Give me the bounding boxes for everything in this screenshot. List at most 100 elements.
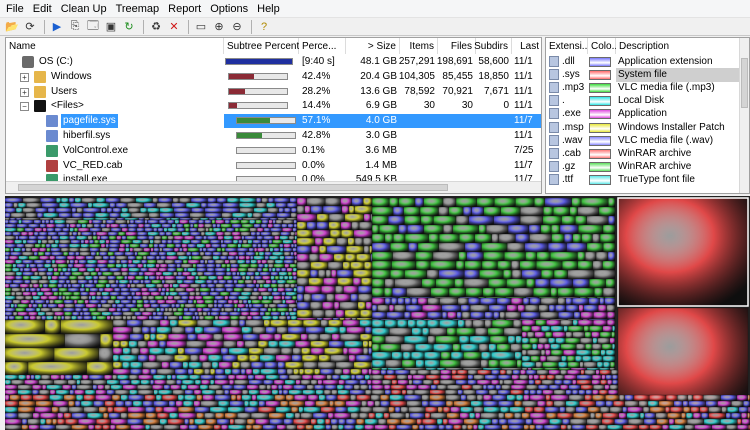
treemap-file-block[interactable]	[720, 418, 738, 426]
treemap-file-block[interactable]	[101, 291, 110, 297]
treemap-file-block[interactable]	[536, 251, 551, 262]
extension-row[interactable]: .wav VLC media file (.wav)	[546, 134, 749, 147]
treemap-file-block[interactable]	[137, 231, 148, 237]
treemap-file-block[interactable]	[498, 418, 508, 426]
treemap-file-block[interactable]	[156, 311, 164, 317]
treemap-file-block[interactable]	[112, 368, 131, 376]
treemap-file-block[interactable]	[188, 255, 193, 261]
treemap-file-block[interactable]	[45, 418, 53, 426]
treemap-file-block[interactable]	[296, 277, 309, 287]
treemap-file-block[interactable]	[257, 287, 268, 293]
treemap-file-block[interactable]	[460, 406, 475, 414]
treemap-file-block[interactable]	[106, 207, 113, 214]
treemap-file-block[interactable]	[278, 315, 288, 321]
treemap-file-block[interactable]	[109, 424, 117, 430]
treemap-file-block[interactable]	[343, 285, 359, 295]
treemap-file-block[interactable]	[223, 235, 234, 241]
treemap-file-block[interactable]	[415, 359, 425, 369]
treemap-file-block[interactable]	[145, 406, 156, 414]
treemap-file-block[interactable]	[212, 319, 231, 328]
treemap-file-block[interactable]	[5, 319, 46, 335]
extension-row[interactable]: .msp Windows Installer Patch	[546, 121, 749, 134]
treemap-file-block[interactable]	[39, 389, 51, 396]
treemap-file-block[interactable]	[205, 243, 212, 249]
treemap-file-block[interactable]	[292, 347, 302, 356]
treemap-file-block[interactable]	[482, 384, 488, 391]
treemap-file-block[interactable]	[100, 235, 110, 241]
treemap-file-block[interactable]	[218, 361, 233, 370]
treemap-file-block[interactable]	[362, 237, 373, 247]
treemap-file-block[interactable]	[427, 319, 440, 329]
treemap-file-block[interactable]	[233, 235, 242, 241]
treemap-file-block[interactable]	[310, 379, 318, 386]
treemap-file-block[interactable]	[512, 369, 521, 376]
treemap-file-block[interactable]	[245, 319, 265, 328]
treemap-file-block[interactable]	[528, 224, 541, 235]
treemap-file-block[interactable]	[577, 260, 593, 271]
treemap-file-block[interactable]	[50, 243, 59, 249]
treemap-file-block[interactable]	[125, 231, 138, 237]
treemap-file-block[interactable]	[284, 295, 293, 301]
treemap-file-block[interactable]	[510, 297, 524, 306]
treemap-file-block[interactable]	[258, 400, 266, 408]
treemap-file-block[interactable]	[331, 269, 338, 279]
treemap-file-block[interactable]	[139, 307, 146, 313]
treemap-file-block[interactable]	[585, 424, 599, 430]
treemap-file-block[interactable]	[185, 287, 196, 293]
treemap-file-block[interactable]	[66, 255, 76, 261]
treemap-file-block[interactable]	[628, 418, 645, 426]
treemap-file-block[interactable]	[223, 303, 235, 309]
treemap-file-block[interactable]	[371, 359, 386, 369]
treemap-file-block[interactable]	[532, 418, 550, 426]
treemap-file-block[interactable]	[374, 424, 389, 430]
treemap-file-block[interactable]	[279, 275, 285, 281]
treemap-file-block[interactable]	[84, 299, 90, 305]
treemap-file-block[interactable]	[404, 297, 412, 306]
treemap-file-block[interactable]	[371, 335, 386, 345]
treemap-file-block[interactable]	[269, 217, 278, 221]
treemap-file-block[interactable]	[159, 418, 168, 426]
treemap-file-block[interactable]	[401, 389, 407, 396]
treemap-file-block[interactable]	[96, 315, 107, 321]
treemap-file-block[interactable]	[170, 217, 180, 221]
treemap-file-block[interactable]	[393, 233, 406, 244]
treemap-file-block[interactable]	[90, 271, 98, 277]
treemap-file-block[interactable]	[24, 243, 35, 249]
treemap-file-block[interactable]	[112, 354, 120, 363]
treemap-file-block[interactable]	[577, 319, 594, 327]
treemap-file-block[interactable]	[198, 219, 205, 225]
treemap-file-block[interactable]	[310, 205, 324, 215]
treemap-file-block[interactable]	[73, 291, 81, 297]
treemap-file-block[interactable]	[342, 368, 351, 376]
treemap-file-block[interactable]	[371, 374, 385, 381]
treemap-file-block[interactable]	[229, 311, 242, 317]
treemap-file-block[interactable]	[287, 326, 306, 335]
treemap-file-block[interactable]	[283, 275, 289, 281]
treemap-file-block[interactable]	[71, 412, 88, 420]
treemap-file-block[interactable]	[129, 247, 134, 253]
treemap-file-block[interactable]	[322, 205, 342, 215]
treemap-file-block[interactable]	[182, 315, 193, 321]
treemap-file-block[interactable]	[400, 343, 416, 353]
treemap-file-block[interactable]	[163, 311, 174, 317]
treemap-file-block[interactable]	[25, 247, 32, 253]
treemap-file-block[interactable]	[97, 259, 109, 265]
treemap-file-block[interactable]	[42, 303, 48, 309]
treemap-file-block[interactable]	[57, 267, 63, 273]
treemap-file-block[interactable]	[344, 213, 364, 223]
treemap-file-block[interactable]	[250, 255, 254, 261]
treemap-file-block[interactable]	[121, 235, 127, 241]
treemap-file-block[interactable]	[353, 269, 373, 279]
treemap-file-block[interactable]	[341, 205, 350, 215]
treemap-file-block[interactable]	[432, 379, 441, 386]
treemap-file-block[interactable]	[156, 368, 176, 376]
treemap-file-block[interactable]	[159, 247, 163, 253]
treemap-file-block[interactable]	[731, 400, 744, 408]
treemap-file-block[interactable]	[176, 223, 184, 229]
treemap-file-block[interactable]	[40, 197, 57, 204]
treemap-file-block[interactable]	[27, 418, 41, 426]
treemap-file-block[interactable]	[481, 242, 508, 253]
treemap-file-block[interactable]	[58, 275, 70, 281]
treemap-file-block[interactable]	[112, 374, 118, 381]
treemap-file-block[interactable]	[552, 331, 566, 339]
